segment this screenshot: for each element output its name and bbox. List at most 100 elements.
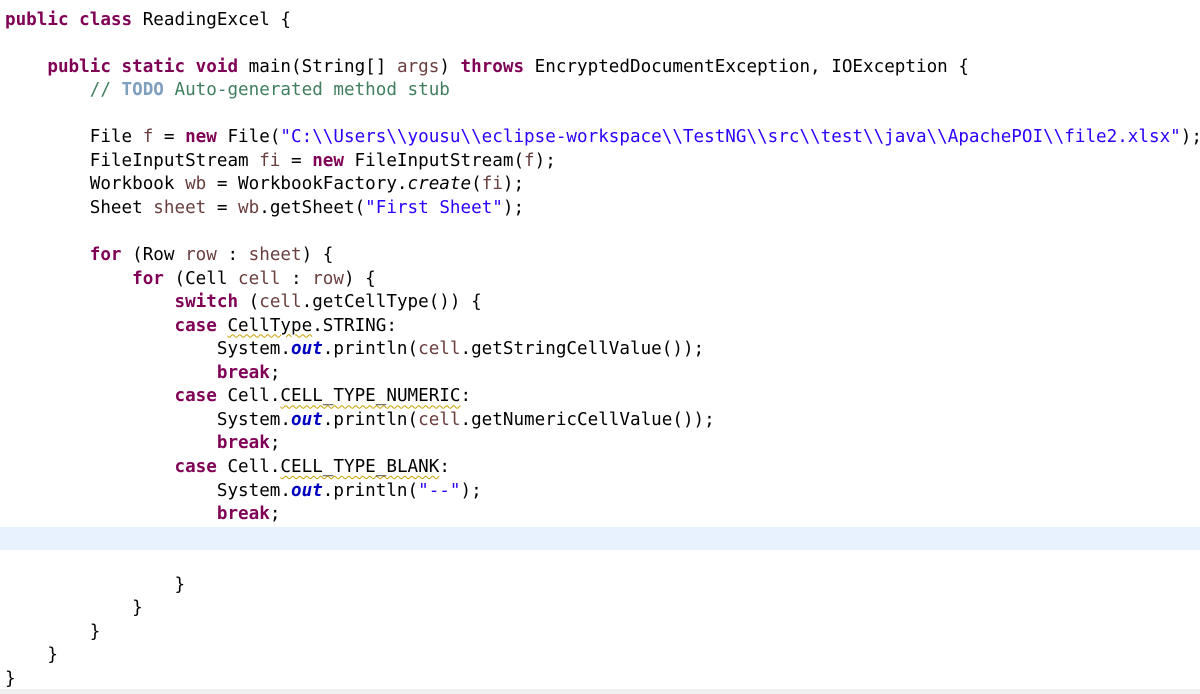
variable-token: sheet xyxy=(153,197,207,218)
keyword-token: for xyxy=(132,268,164,289)
editor-bottom-edge xyxy=(0,689,1200,694)
code-editor[interactable]: public class ReadingExcel { public stati… xyxy=(0,0,1200,694)
deprecated-warning-token: CellType xyxy=(227,315,313,336)
code-token: .getNumericCellValue()); xyxy=(460,409,715,430)
variable-token: cell xyxy=(418,409,461,430)
keyword-token: case xyxy=(174,386,217,407)
code-line[interactable]: for (Row row : sheet) { xyxy=(0,244,1200,268)
code-line[interactable]: System.out.println(cell.getNumericCellVa… xyxy=(0,409,1200,433)
code-line[interactable]: Sheet sheet = wb.getSheet("First Sheet")… xyxy=(0,197,1200,221)
code-line[interactable]: switch (cell.getCellType()) { xyxy=(0,291,1200,315)
code-line[interactable]: case Cell.CELL_TYPE_BLANK: xyxy=(0,456,1200,480)
static-field-token: out xyxy=(291,339,323,360)
code-line[interactable]: } xyxy=(0,644,1200,668)
code-line[interactable] xyxy=(0,103,1200,127)
keyword-token: public static void xyxy=(47,56,239,77)
code-line[interactable]: break; xyxy=(0,432,1200,456)
comment-token: // xyxy=(89,80,122,101)
code-token: EncryptedDocumentException, IOException … xyxy=(524,56,969,77)
code-token: .STRING: xyxy=(312,315,397,336)
keyword-token: new xyxy=(312,150,344,171)
code-line[interactable] xyxy=(0,32,1200,56)
variable-token: fi xyxy=(259,150,281,171)
code-line[interactable]: } xyxy=(0,621,1200,645)
code-token: ; xyxy=(269,504,281,525)
code-token: .getSheet( xyxy=(259,197,366,218)
code-token: System. xyxy=(5,409,291,430)
code-line[interactable]: } xyxy=(0,574,1200,598)
keyword-token: break xyxy=(216,504,270,525)
code-token: ; xyxy=(269,433,281,454)
code-token: = WorkbookFactory. xyxy=(206,174,408,195)
code-line[interactable]: System.out.println("--"); xyxy=(0,480,1200,504)
variable-token: fi xyxy=(481,174,503,195)
string-token: "C:\\Users\\yousu\\eclipse-workspace\\Te… xyxy=(280,127,1181,148)
variable-token: wb xyxy=(238,197,260,218)
code-line[interactable]: File f = new File("C:\\Users\\yousu\\ecl… xyxy=(0,126,1200,150)
code-token: } xyxy=(5,598,143,619)
code-line[interactable]: for (Cell cell : row) { xyxy=(0,268,1200,292)
code-token: (Cell xyxy=(163,268,239,289)
code-token: System. xyxy=(5,339,291,360)
code-line[interactable]: public class ReadingExcel { xyxy=(0,9,1200,33)
code-token: ) { xyxy=(343,268,376,289)
code-token: : xyxy=(280,268,313,289)
code-line[interactable]: public static void main(String[] args) t… xyxy=(0,56,1200,80)
static-field-token: out xyxy=(291,409,323,430)
code-token: } xyxy=(5,621,101,642)
code-line[interactable]: } xyxy=(0,668,1200,692)
code-line[interactable]: case Cell.CELL_TYPE_NUMERIC: xyxy=(0,385,1200,409)
string-token: "--" xyxy=(418,480,461,501)
code-line[interactable]: // TODO Auto-generated method stub xyxy=(0,79,1200,103)
code-token: .getStringCellValue()); xyxy=(460,339,705,360)
variable-token: wb xyxy=(185,174,207,195)
variable-token: row xyxy=(185,245,217,265)
code-token: ); xyxy=(502,174,525,195)
code-token: ); xyxy=(534,150,556,171)
code-line[interactable]: FileInputStream fi = new FileInputStream… xyxy=(0,150,1200,174)
code-token: : xyxy=(216,245,249,265)
current-code-line[interactable] xyxy=(0,526,1200,551)
code-token: File xyxy=(5,127,143,148)
code-token: ) { xyxy=(301,245,334,265)
code-token: } xyxy=(5,668,16,689)
static-method-token: create xyxy=(407,174,472,195)
variable-token: row xyxy=(312,268,344,289)
code-line[interactable]: break; xyxy=(0,362,1200,386)
code-token: Cell. xyxy=(216,456,281,477)
code-line[interactable]: Workbook wb = WorkbookFactory.create(fi)… xyxy=(0,173,1200,197)
code-line[interactable] xyxy=(0,550,1200,574)
variable-token: f xyxy=(142,127,154,148)
string-token: "First Sheet" xyxy=(365,197,503,218)
code-token: = xyxy=(153,127,186,148)
keyword-token: case xyxy=(174,315,217,336)
code-line[interactable] xyxy=(0,220,1200,244)
variable-token: args xyxy=(396,56,440,77)
code-line[interactable]: } xyxy=(0,597,1200,621)
code-token: .getCellType()) { xyxy=(301,292,482,313)
keyword-token: public class xyxy=(5,9,133,30)
code-line[interactable]: break; xyxy=(0,503,1200,527)
variable-token: cell xyxy=(259,292,302,313)
code-token: .println( xyxy=(322,339,419,360)
code-token: = xyxy=(206,197,239,218)
code-token: .println( xyxy=(322,409,419,430)
code-line[interactable]: case CellType.STRING: xyxy=(0,315,1200,339)
keyword-token: break xyxy=(216,433,270,454)
keyword-token: break xyxy=(216,362,270,383)
code-line[interactable]: System.out.println(cell.getStringCellVal… xyxy=(0,338,1200,362)
keyword-token: switch xyxy=(174,292,239,313)
code-token: ; xyxy=(269,362,281,383)
code-token: : xyxy=(460,386,472,407)
todo-tag: TODO xyxy=(121,80,164,101)
